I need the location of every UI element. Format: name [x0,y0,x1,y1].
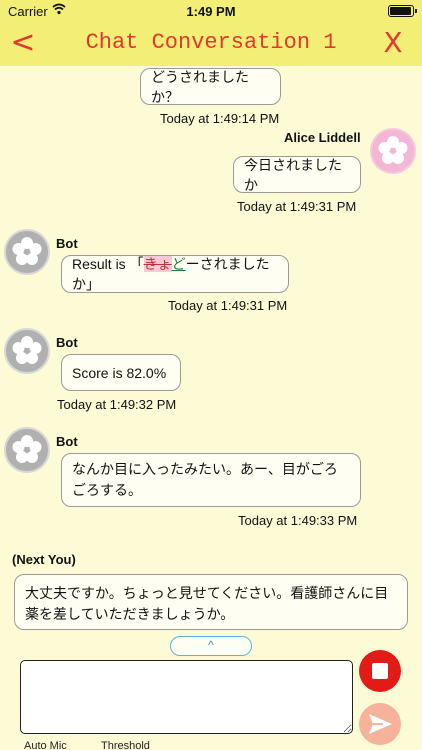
message-bubble: 今日されましたか [233,156,361,193]
stop-icon [372,663,388,679]
sender-name: Bot [56,335,78,350]
flower-avatar-icon [12,435,42,463]
battery-icon [388,5,417,17]
message-bubble: Result is 「きょどーされましたか」 [61,255,289,293]
message-text: 今日されましたか [244,156,342,193]
next-you-label: (Next You) [12,552,76,567]
message-text: なんか目に入ったみたい。あー、目がごろごろする。 [72,461,338,498]
send-button[interactable] [359,703,401,745]
message-bubble: なんか目に入ったみたい。あー、目がごろごろする。 [61,453,361,507]
sender-name: Bot [56,434,78,449]
message-timestamp: Today at 1:49:32 PM [57,397,177,412]
stop-button[interactable] [359,650,401,692]
message-bubble: どうされましたか？ [140,68,281,105]
send-icon [369,714,392,734]
battery-fill [390,7,411,15]
message-timestamp: Today at 1:49:14 PM [160,111,280,126]
navigation-bar: Carrier 1:49 PM < Chat Conversation 1 X [0,0,422,66]
flower-avatar-icon [12,237,42,265]
user-avatar [370,128,416,174]
status-time: 1:49 PM [186,4,236,19]
bot-avatar [4,229,50,275]
sender-name: Alice Liddell [284,130,361,145]
message-text: Score is 82.0% [72,364,167,381]
back-chevron-icon[interactable]: < [8,28,38,58]
expand-button[interactable]: ^ [170,636,252,656]
message-timestamp: Today at 1:49:31 PM [168,298,288,313]
message-text: どうされましたか？ [151,68,249,105]
flower-avatar-icon [12,336,42,364]
auto-mic-label: Auto Mic [24,740,67,750]
message-bubble: Score is 82.0% [61,354,181,391]
message-text: Result is 「きょどーされましたか」 [72,254,278,294]
status-bar: Carrier 1:49 PM [0,0,422,22]
message-timestamp: Today at 1:49:33 PM [238,513,358,528]
result-prefix: Result is 「 [72,256,144,272]
page-title: Chat Conversation 1 [85,30,337,55]
next-you-suggestion[interactable]: 大丈夫ですか。ちょっと見せてください。看護師さんに目薬を差していただきましょうか… [14,574,408,630]
threshold-label: Threshold [101,740,150,750]
message-timestamp: Today at 1:49:31 PM [237,199,357,214]
sender-name: Bot [56,236,78,251]
flower-avatar-icon [378,136,408,164]
removed-text: きょ [143,256,172,272]
close-icon[interactable]: X [378,28,408,58]
bot-avatar [4,427,50,473]
message-input[interactable] [20,660,353,734]
inserted-text: ど [171,256,186,272]
bot-avatar [4,328,50,374]
